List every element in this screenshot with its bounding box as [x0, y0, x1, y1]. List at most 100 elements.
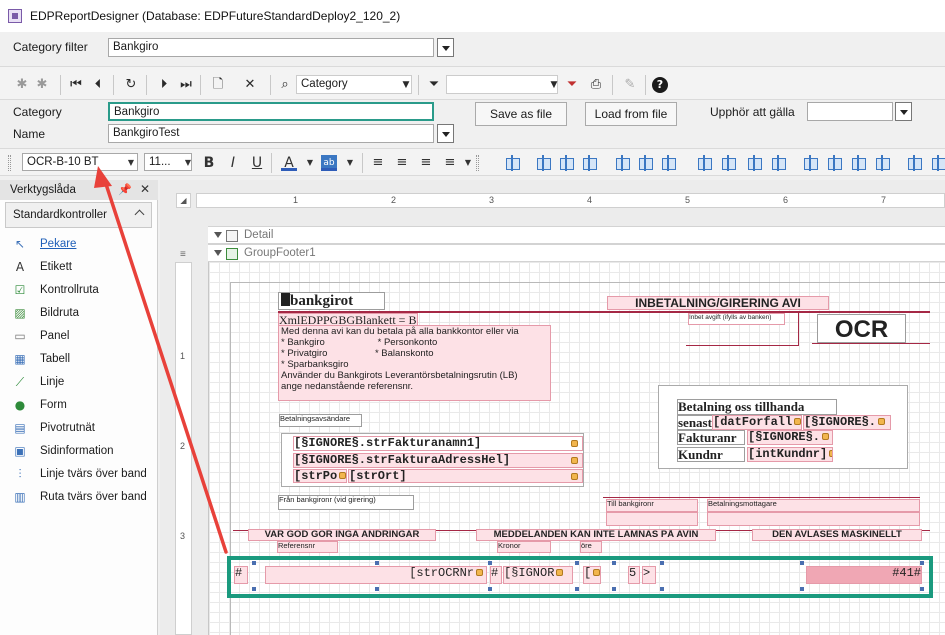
customer-number-label[interactable]: Kundnr: [677, 447, 745, 462]
toolbox-item-cross-band-line[interactable]: ⫶ Linje tvärs över band: [12, 464, 152, 484]
sender-address-field[interactable]: [§IGNORE§.strFakturaAdressHel]: [293, 453, 583, 468]
ruler-corner-icon[interactable]: ◢: [176, 193, 191, 208]
sender-city-field[interactable]: [strOrt]: [348, 469, 583, 483]
make-same-height-icon[interactable]: [746, 155, 762, 171]
due-date-field[interactable]: [datForfall: [712, 415, 802, 430]
plugin-disabled-icon[interactable]: ✱: [14, 77, 30, 93]
sender-name-field[interactable]: [§IGNORE§.strFakturanamn1]: [293, 436, 583, 451]
to-bankgiro-field[interactable]: [606, 512, 698, 526]
invoice-number-field[interactable]: [§IGNORE§.: [747, 430, 833, 445]
align-centers-icon[interactable]: [558, 155, 574, 171]
vertical-spacing-increase-icon[interactable]: [930, 155, 945, 171]
toolbox-item-panel[interactable]: ▭ Panel: [12, 326, 152, 346]
toolbox-item-pointer[interactable]: ↖ Pekare: [12, 234, 152, 254]
back-color-icon[interactable]: ab: [321, 155, 337, 171]
fee-note-label[interactable]: Inbet avgift (ifylls av banken): [688, 313, 785, 325]
sender-label[interactable]: Betalningsavsändare: [279, 414, 362, 427]
save-as-file-button[interactable]: Save as file: [475, 102, 567, 126]
horizontal-spacing-equal-icon[interactable]: [802, 155, 818, 171]
warning-right-label[interactable]: DEN AVLÄSES MASKINELLT: [752, 529, 922, 541]
toolbox-item-checkbox[interactable]: ☑ Kontrollruta: [12, 280, 152, 300]
horizontal-spacing-increase-icon[interactable]: [826, 155, 842, 171]
expire-date-dropdown-button[interactable]: [895, 102, 912, 121]
align-right-icon[interactable]: ≡: [418, 155, 434, 171]
align-lefts-icon[interactable]: [535, 155, 551, 171]
horizontal-spacing-decrease-icon[interactable]: [850, 155, 866, 171]
first-record-icon[interactable]: ⏮: [68, 77, 84, 93]
filter-funnel-icon[interactable]: ⏷: [426, 77, 442, 93]
filter-value-combo[interactable]: [446, 75, 558, 94]
warning-mid-label[interactable]: MEDDELANDEN KAN INTE LÄMNAS PÅ AVIN: [476, 529, 716, 541]
category-filter-combo[interactable]: Bankgiro: [108, 38, 434, 57]
warning-left-label[interactable]: VAR GOD GÖR INGA ÄNDRINGAR: [248, 529, 436, 541]
search-field-combo[interactable]: Category: [296, 75, 412, 94]
last-record-icon[interactable]: ⏭: [178, 77, 194, 93]
search-field-chevron-down-icon[interactable]: ▼: [398, 77, 414, 93]
make-same-width-icon[interactable]: [696, 155, 712, 171]
collapse-arrow-icon[interactable]: [214, 232, 222, 238]
horizontal-spacing-remove-icon[interactable]: [874, 155, 890, 171]
category-filter-dropdown-button[interactable]: [437, 38, 454, 57]
align-bottoms-icon[interactable]: [660, 155, 676, 171]
toolbox-item-picture[interactable]: ▨ Bildruta: [12, 303, 152, 323]
toolbox-item-pivot-grid[interactable]: ▤ Pivotrutnät: [12, 418, 152, 438]
back-color-chevron-down-icon[interactable]: ▼: [342, 155, 358, 171]
justify-chevron-down-icon[interactable]: ▼: [460, 155, 476, 171]
align-tops-icon[interactable]: [614, 155, 630, 171]
receiver-label[interactable]: Betalningsmottagare: [707, 499, 920, 512]
name-dropdown-button[interactable]: [437, 124, 454, 143]
align-left-icon[interactable]: ≡: [370, 155, 386, 171]
font-name-chevron-down-icon[interactable]: ▼: [123, 155, 139, 171]
toolbox-item-cross-band-box[interactable]: ▥ Ruta tvärs över band: [12, 487, 152, 507]
align-center-icon[interactable]: ≡: [394, 155, 410, 171]
expire-date-input[interactable]: [807, 102, 893, 121]
ore-label[interactable]: öre: [580, 541, 602, 553]
band-group-footer[interactable]: GroupFooter1: [208, 244, 945, 262]
standard-controls-group[interactable]: Standardkontroller: [5, 202, 152, 228]
help-icon[interactable]: ?: [652, 77, 668, 93]
delete-icon[interactable]: ✕: [242, 77, 258, 93]
collapse-arrow-icon[interactable]: [214, 250, 222, 256]
due-date-extra-field[interactable]: [§IGNORE§.: [803, 415, 891, 430]
load-from-file-button[interactable]: Load from file: [585, 102, 677, 126]
customer-number-field[interactable]: [intKundnr]: [747, 447, 833, 462]
size-to-grid-icon[interactable]: [720, 155, 736, 171]
ocr-label[interactable]: OCR: [817, 314, 906, 343]
plugin-settings-disabled-icon[interactable]: ✱: [34, 77, 50, 93]
to-bankgiro-label[interactable]: Till bankgironr: [606, 499, 698, 512]
align-middles-icon[interactable]: [637, 155, 653, 171]
refresh-icon[interactable]: ↻: [123, 77, 139, 93]
bankgirot-logo[interactable]: bankgirot: [278, 292, 385, 310]
align-rights-icon[interactable]: [581, 155, 597, 171]
bold-icon[interactable]: B: [201, 155, 217, 171]
from-bankgiro-label[interactable]: Från bankgironr (vid girering): [278, 495, 414, 510]
payment-title-label[interactable]: Betalning oss tillhanda: [677, 399, 837, 415]
italic-icon[interactable]: I: [225, 155, 241, 171]
reference-label[interactable]: Referensnr: [277, 541, 338, 553]
fore-color-icon[interactable]: A: [281, 155, 297, 171]
toolbox-item-label[interactable]: A Etikett: [12, 257, 152, 277]
fore-color-chevron-down-icon[interactable]: ▼: [302, 155, 318, 171]
toolbox-item-line[interactable]: ⟋ Linje: [12, 372, 152, 392]
pin-icon[interactable]: 📌: [118, 183, 132, 196]
next-record-icon[interactable]: ⏵: [156, 77, 172, 93]
make-same-size-icon[interactable]: [770, 155, 786, 171]
filter-value-chevron-down-icon[interactable]: ▼: [546, 77, 562, 93]
receiver-field[interactable]: [707, 512, 920, 526]
name-input[interactable]: BankgiroTest: [108, 124, 434, 143]
magnifier-icon[interactable]: ⌕: [277, 77, 293, 93]
kronor-label[interactable]: Kronor: [497, 541, 551, 553]
new-document-icon[interactable]: 🗋: [210, 77, 226, 93]
invoice-number-label[interactable]: Fakturanr: [677, 430, 745, 445]
toolbox-item-table[interactable]: ▦ Tabell: [12, 349, 152, 369]
sender-zip-field[interactable]: [strPo: [293, 469, 347, 483]
print-icon[interactable]: ⎙: [588, 77, 604, 93]
align-to-grid-icon[interactable]: [504, 155, 520, 171]
underline-icon[interactable]: U: [249, 155, 265, 171]
clear-filter-icon[interactable]: ⏷: [564, 77, 580, 93]
band-detail[interactable]: Detail: [208, 226, 945, 244]
toolbox-item-page-info[interactable]: ▣ Sidinformation: [12, 441, 152, 461]
sign-disabled-icon[interactable]: ✎: [622, 77, 638, 93]
font-name-combo[interactable]: OCR-B-10 BT: [22, 153, 138, 171]
heading-label[interactable]: INBETALNING/GIRERING AVI: [607, 296, 829, 310]
